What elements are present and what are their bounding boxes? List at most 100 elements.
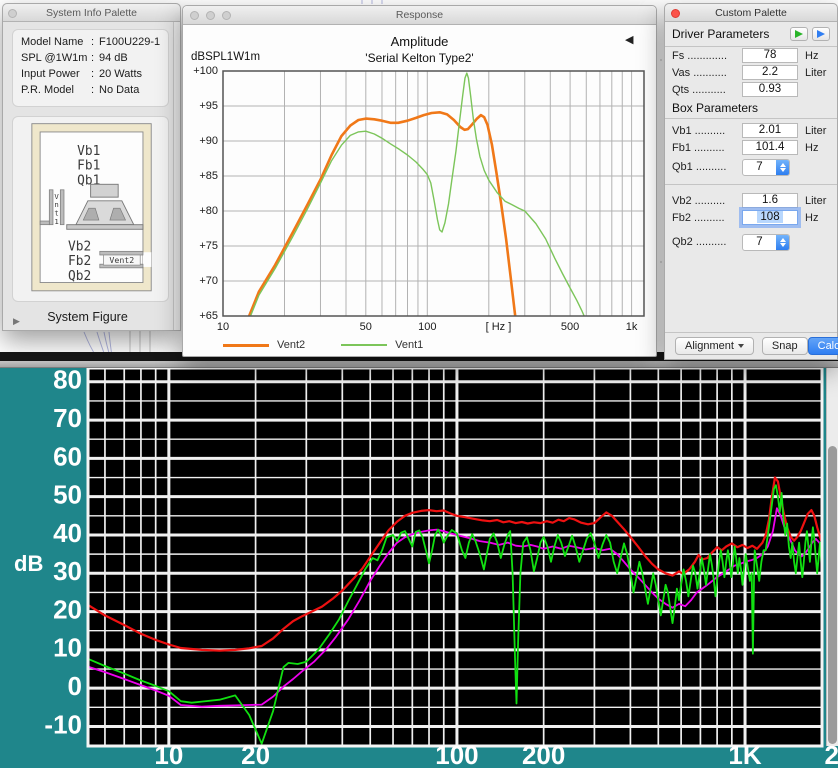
response-window: Response Amplitude ◀ dBSPL1W1m 'Serial K… <box>182 5 657 357</box>
minimize-button[interactable] <box>206 11 215 20</box>
system-figure-box: Vb1 Fb1 Qb1 V n t 1 <box>12 116 169 302</box>
svg-text:60: 60 <box>53 441 82 471</box>
fs-input[interactable]: 78 <box>742 48 798 63</box>
vent2-legend-label: Vent2 <box>277 339 305 351</box>
fs-row: Fs ............. 78 Hz <box>665 47 837 64</box>
svg-text:[ Hz ]: [ Hz ] <box>486 321 512 333</box>
svg-text:1: 1 <box>54 217 58 226</box>
svg-text:0: 0 <box>68 671 82 701</box>
calc-button[interactable]: Calc. <box>808 337 838 355</box>
close-button[interactable] <box>190 11 199 20</box>
input-power-row: Input Power:20 Watts <box>21 68 168 84</box>
svg-text:20: 20 <box>241 740 270 768</box>
vas-input[interactable]: 2.2 <box>742 65 798 80</box>
svg-text:Fb2: Fb2 <box>68 254 91 269</box>
vent1-legend-swatch <box>341 344 387 346</box>
close-button[interactable] <box>671 9 680 18</box>
svg-text:30: 30 <box>53 556 82 586</box>
dropdown-arrow-icon <box>738 344 744 348</box>
svg-text:-10: -10 <box>44 709 82 739</box>
qts-row: Qts ........... 0.93 <box>665 81 837 98</box>
qb2-stepper[interactable]: 7 <box>742 234 790 251</box>
svg-text:+95: +95 <box>199 100 218 112</box>
fb1-row: Fb1 .......... 101.4 Hz <box>665 139 837 156</box>
fb1-input[interactable]: 101.4 <box>742 140 798 155</box>
qb1-row: Qb1 .......... 7 <box>665 156 837 178</box>
play-icon <box>795 30 803 38</box>
qb2-row: Qb2 .......... 7 <box>665 231 837 253</box>
scrollbar-thumb[interactable] <box>828 446 837 744</box>
window-title: Custom Palette <box>715 7 787 19</box>
svg-text:+75: +75 <box>199 240 218 252</box>
svg-text:+70: +70 <box>199 275 218 287</box>
box-parameters-section: Box Parameters <box>665 98 837 118</box>
window-title: Response <box>396 9 443 21</box>
vent1-legend-label: Vent1 <box>395 339 423 351</box>
stepper-arrows-icon[interactable] <box>776 160 789 175</box>
alignment-button[interactable]: Alignment <box>675 337 754 355</box>
palette-footer: Alignment Snap Calc. <box>665 332 837 359</box>
speaker-box-diagram: Vb1 Fb1 Qb1 V n t 1 <box>19 119 165 301</box>
model-name-row: Model Name:F100U229-1 <box>21 36 168 52</box>
svg-text:Vb1: Vb1 <box>77 144 100 159</box>
svg-text:100: 100 <box>418 321 436 333</box>
svg-text:50: 50 <box>360 321 372 333</box>
play-icon <box>817 30 825 38</box>
custom-palette-window: Custom Palette Driver Parameters Fs ....… <box>664 3 838 360</box>
svg-text:100: 100 <box>435 740 478 768</box>
close-button[interactable] <box>8 9 17 18</box>
qb1-stepper[interactable]: 7 <box>742 159 790 176</box>
model-info-box: Model Name:F100U229-1 SPL @1W1m:94 dB In… <box>12 29 169 107</box>
svg-text:+90: +90 <box>199 135 218 147</box>
svg-text:1K: 1K <box>728 740 761 768</box>
svg-text:Qb2: Qb2 <box>68 269 91 284</box>
run-green-button[interactable] <box>790 27 808 41</box>
window-title: System Info Palette <box>46 7 137 19</box>
vb1-row: Vb1 .......... 2.01 Liter <box>665 122 837 139</box>
snap-button[interactable]: Snap <box>762 337 808 355</box>
measurement-chart-window: 10201002001K280706050403020100-10 <box>0 352 838 768</box>
svg-text:Fb1: Fb1 <box>77 159 100 174</box>
vas-row: Vas ........... 2.2 Liter <box>665 64 837 81</box>
driver-parameters-section: Driver Parameters <box>665 22 837 46</box>
fb2-input[interactable]: 108 <box>742 210 798 225</box>
spl-row: SPL @1W1m:94 dB <box>21 52 168 68</box>
chart-frame-strip <box>0 361 838 368</box>
svg-text:+80: +80 <box>199 205 218 217</box>
svg-text:10: 10 <box>217 321 229 333</box>
response-chart: 1050100[ Hz ]5001k+100+95+90+85+80+75+70… <box>183 25 658 358</box>
zoom-button[interactable] <box>222 11 231 20</box>
svg-text:+100: +100 <box>193 65 218 77</box>
run-blue-button[interactable] <box>812 27 830 41</box>
disclosure-triangle-icon[interactable]: ▶ <box>13 310 20 332</box>
vb1-input[interactable]: 2.01 <box>742 123 798 138</box>
response-titlebar: Response <box>183 6 656 25</box>
custom-palette-titlebar: Custom Palette <box>665 4 837 22</box>
divider <box>665 118 837 119</box>
vent2-legend-swatch <box>223 344 269 347</box>
svg-text:40: 40 <box>53 518 82 548</box>
fb2-row: Fb2 .......... 108 Hz <box>665 209 837 226</box>
vb2-row: Vb2 .......... 1.6 Liter <box>665 192 837 209</box>
scrollbar[interactable] <box>826 368 838 746</box>
divider <box>665 184 837 185</box>
svg-text:80: 80 <box>53 368 82 395</box>
scrollbar[interactable] <box>173 22 180 330</box>
pr-model-row: P.R. Model:No Data <box>21 84 168 100</box>
svg-text:500: 500 <box>561 321 579 333</box>
svg-text:10: 10 <box>154 740 183 768</box>
system-figure-label: System Figure <box>47 310 128 324</box>
system-info-palette-window: System Info Palette Model Name:F100U229-… <box>2 3 181 331</box>
stepper-arrows-icon[interactable] <box>776 235 789 250</box>
svg-text:Vb2: Vb2 <box>68 239 91 254</box>
svg-text:200: 200 <box>522 740 565 768</box>
measurement-chart: 10201002001K280706050403020100-10 <box>0 368 838 768</box>
svg-text:10: 10 <box>53 633 82 663</box>
qts-input[interactable]: 0.93 <box>742 82 798 97</box>
chart-legend: Vent2 Vent1 <box>223 337 425 353</box>
screen: 10201002001K280706050403020100-10 dB Sys… <box>0 0 838 768</box>
vb2-input[interactable]: 1.6 <box>742 193 798 208</box>
svg-text:20: 20 <box>53 594 82 624</box>
svg-text:50: 50 <box>53 480 82 510</box>
db-axis-label: dB <box>14 551 43 577</box>
